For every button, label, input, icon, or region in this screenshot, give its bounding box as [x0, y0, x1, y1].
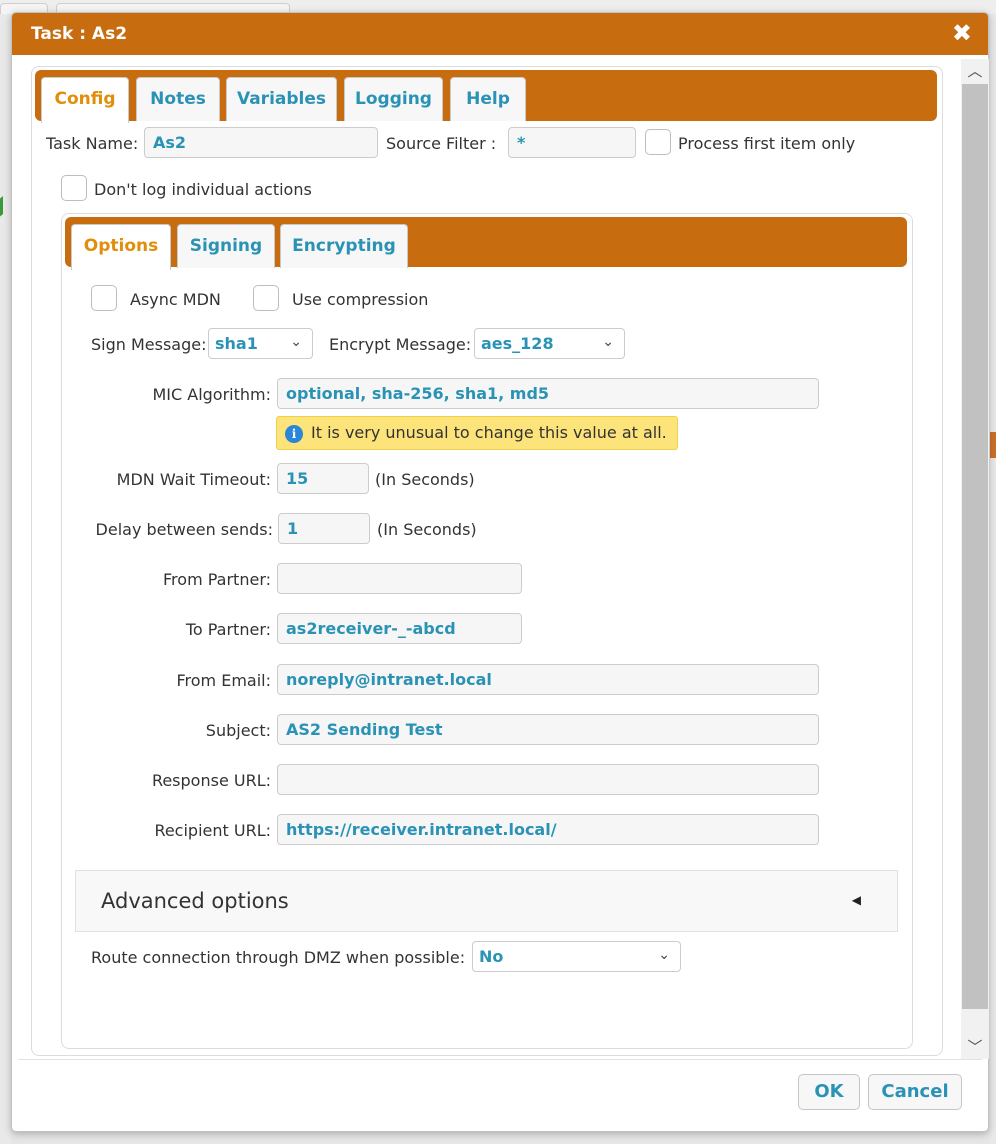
subject-label: Subject: [205, 721, 271, 740]
footer-divider [18, 1059, 982, 1060]
use-compression-label: Use compression [292, 290, 429, 309]
ok-button[interactable]: OK [798, 1074, 860, 1110]
from-partner-label: From Partner: [163, 570, 271, 589]
advanced-options-label: Advanced options [101, 889, 289, 913]
process-first-label: Process first item only [678, 134, 856, 153]
scrollbar[interactable]: ︿ ﹀ [961, 59, 989, 1059]
info-icon: i [285, 425, 303, 443]
async-mdn-label: Async MDN [130, 290, 221, 309]
task-dialog: Task : As2 ✖ ︿ ﹀ Config Notes Variables … [11, 12, 989, 1132]
tab-logging[interactable]: Logging [344, 77, 443, 121]
mic-warning-text: It is very unusual to change this value … [311, 423, 667, 442]
sign-message-value: sha1 [215, 334, 258, 353]
dmz-label: Route connection through DMZ when possib… [91, 948, 466, 967]
scroll-up-icon[interactable]: ︿ [961, 59, 989, 83]
delay-unit: (In Seconds) [377, 520, 477, 539]
from-partner-input[interactable] [277, 563, 522, 594]
mic-warning: i It is very unusual to change this valu… [276, 416, 678, 450]
response-url-input[interactable] [277, 764, 819, 795]
tab-encrypting[interactable]: Encrypting [280, 224, 408, 268]
scrollbar-thumb[interactable] [962, 84, 988, 1009]
encrypt-message-value: aes_128 [481, 334, 554, 353]
dont-log-checkbox[interactable] [61, 175, 87, 201]
to-partner-label: To Partner: [185, 620, 271, 639]
from-email-input[interactable]: noreply@intranet.local [277, 664, 819, 695]
mdn-timeout-label: MDN Wait Timeout: [116, 470, 271, 489]
from-email-label: From Email: [176, 671, 271, 690]
dialog-title: Task : As2 [31, 24, 128, 44]
background-edge [990, 14, 996, 1144]
to-partner-input[interactable]: as2receiver-_-abcd [277, 613, 522, 644]
response-url-label: Response URL: [151, 771, 271, 790]
delay-label: Delay between sends: [95, 520, 273, 539]
recipient-url-input[interactable]: https://receiver.intranet.local/ [277, 814, 819, 845]
recipient-url-label: Recipient URL: [154, 821, 271, 840]
mic-algorithm-input[interactable]: optional, sha-256, sha1, md5 [277, 378, 819, 409]
delay-input[interactable]: 1 [278, 513, 370, 544]
chevron-down-icon: ⌄ [658, 947, 670, 963]
task-name-label: Task Name: [46, 134, 139, 153]
background-node [990, 432, 996, 458]
use-compression-checkbox[interactable] [253, 285, 279, 311]
tab-config[interactable]: Config [41, 77, 129, 123]
close-icon[interactable]: ✖ [952, 19, 972, 47]
tab-help[interactable]: Help [450, 77, 526, 121]
scroll-down-icon[interactable]: ﹀ [961, 1035, 989, 1059]
dmz-select[interactable]: No ⌄ [472, 941, 681, 972]
dont-log-label: Don't log individual actions [94, 180, 312, 199]
cancel-button[interactable]: Cancel [868, 1074, 962, 1110]
tab-signing[interactable]: Signing [177, 224, 275, 268]
advanced-options-toggle[interactable]: Advanced options ◀ [75, 870, 898, 932]
async-mdn-checkbox[interactable] [91, 285, 117, 311]
caret-left-icon: ◀ [851, 893, 861, 907]
options-tabbar: Options Signing Encrypting [65, 217, 907, 270]
dialog-titlebar[interactable]: Task : As2 ✖ [12, 13, 988, 55]
dmz-value: No [479, 947, 504, 966]
mdn-timeout-input[interactable]: 15 [277, 463, 369, 494]
subject-input[interactable]: AS2 Sending Test [277, 714, 819, 745]
source-filter-label: Source Filter : [386, 134, 497, 153]
encrypt-message-select[interactable]: aes_128 ⌄ [474, 328, 625, 359]
tab-notes[interactable]: Notes [136, 77, 220, 121]
main-tabbar: Config Notes Variables Logging Help [35, 70, 937, 123]
mdn-timeout-unit: (In Seconds) [375, 470, 475, 489]
process-first-checkbox[interactable] [645, 129, 671, 155]
chevron-down-icon: ⌄ [602, 334, 614, 350]
mic-algorithm-label: MIC Algorithm: [152, 385, 271, 404]
source-filter-input[interactable]: * [508, 127, 636, 158]
background-edge [0, 14, 11, 1144]
sign-message-label: Sign Message: [91, 335, 207, 354]
task-name-input[interactable]: As2 [144, 127, 378, 158]
chevron-down-icon: ⌄ [290, 334, 302, 350]
tab-variables[interactable]: Variables [226, 77, 337, 121]
encrypt-message-label: Encrypt Message: [329, 335, 472, 354]
tab-options[interactable]: Options [71, 224, 171, 270]
sign-message-select[interactable]: sha1 ⌄ [208, 328, 313, 359]
